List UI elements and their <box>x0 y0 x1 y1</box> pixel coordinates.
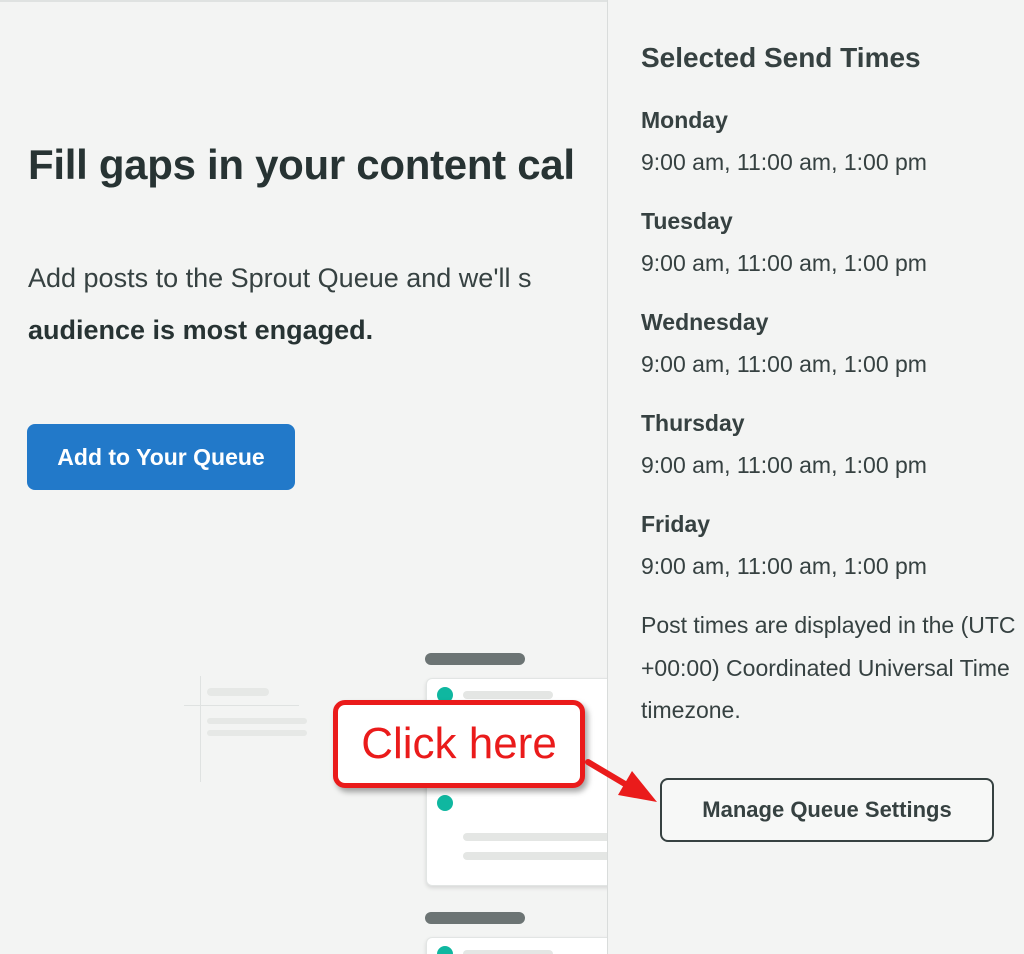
day-times: 9:00 am, 11:00 am, 1:00 pm <box>641 250 927 276</box>
illustration-ghost-bar <box>207 730 307 736</box>
illustration-dot <box>437 795 453 811</box>
day-friday: Friday 9:00 am, 11:00 am, 1:00 pm <box>641 510 1021 580</box>
illustration-ghost-bar <box>207 718 307 724</box>
illustration-ghost-line <box>200 676 201 782</box>
day-monday: Monday 9:00 am, 11:00 am, 1:00 pm <box>641 106 1021 176</box>
day-name: Monday <box>641 107 728 133</box>
queue-empty-state: Fill gaps in your content cal Add posts … <box>0 0 607 954</box>
timezone-note: Post times are displayed in the (UTC +00… <box>641 612 1016 723</box>
day-tuesday: Tuesday 9:00 am, 11:00 am, 1:00 pm <box>641 207 1021 277</box>
panel-title: Selected Send Times <box>641 42 921 73</box>
illustration-post-card <box>426 937 607 954</box>
day-times: 9:00 am, 11:00 am, 1:00 pm <box>641 553 927 579</box>
page-headline: Fill gaps in your content cal <box>28 141 575 188</box>
day-thursday: Thursday 9:00 am, 11:00 am, 1:00 pm <box>641 409 1021 479</box>
illustration-dot <box>437 946 453 954</box>
illustration-bar <box>463 833 607 841</box>
illustration-ghost-line <box>184 705 299 706</box>
page-description: Add posts to the Sprout Queue and we'll … <box>28 252 607 356</box>
day-name: Wednesday <box>641 309 769 335</box>
day-times: 9:00 am, 11:00 am, 1:00 pm <box>641 149 927 175</box>
day-times: 9:00 am, 11:00 am, 1:00 pm <box>641 351 927 377</box>
description-line-2: audience is most engaged. <box>28 315 374 345</box>
day-name: Friday <box>641 511 711 537</box>
illustration-day-pill <box>425 912 525 924</box>
manage-queue-settings-button[interactable]: Manage Queue Settings <box>660 778 994 842</box>
queue-illustration <box>0 640 607 954</box>
add-to-queue-button[interactable]: Add to Your Queue <box>27 424 295 490</box>
send-times-panel: Selected Send Times Monday 9:00 am, 11:0… <box>607 0 1024 954</box>
day-wednesday: Wednesday 9:00 am, 11:00 am, 1:00 pm <box>641 308 1021 378</box>
illustration-day-pill <box>425 653 525 665</box>
day-name: Thursday <box>641 410 745 436</box>
illustration-bar <box>463 950 553 954</box>
day-name: Tuesday <box>641 208 733 234</box>
day-times: 9:00 am, 11:00 am, 1:00 pm <box>641 452 927 478</box>
illustration-bar <box>463 852 607 860</box>
illustration-ghost-bar <box>207 688 269 696</box>
illustration-bar <box>463 691 553 699</box>
click-here-callout: Click here <box>333 700 585 788</box>
description-line-1: Add posts to the Sprout Queue and we'll … <box>28 263 532 293</box>
